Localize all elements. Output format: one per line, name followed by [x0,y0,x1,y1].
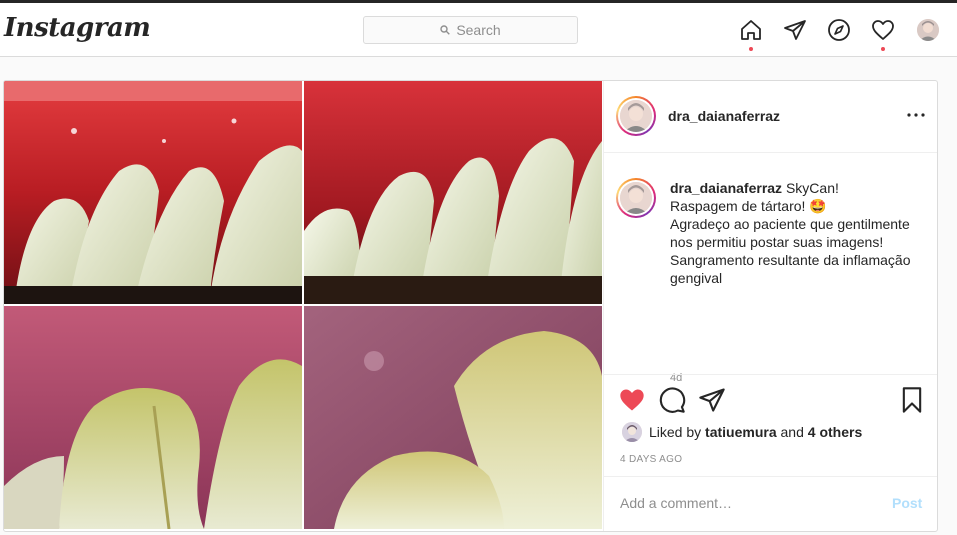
comment-icon[interactable] [658,386,686,414]
post-actions: Liked by tatiuemura and 4 others 4 DAYS … [604,374,937,476]
caption-username[interactable]: dra_daianaferraz [670,180,782,196]
post-card: dra_daianaferraz dra_daianaferraz SkyCan… [3,80,938,532]
post-image-collage[interactable] [4,81,603,531]
photo-teeth-tartar-1 [4,306,302,529]
caption-line-3: Agradeço ao paciente que gentilmente nos… [670,216,910,250]
top-navigation-bar: Instagram Search [0,3,957,57]
caption-author-avatar [620,182,652,214]
post-sidebar: dra_daianaferraz dra_daianaferraz SkyCan… [603,81,937,531]
like-heart-icon[interactable] [618,386,646,414]
likes-prefix: Liked by [649,424,702,440]
nav-explore-button[interactable] [826,17,852,43]
likes-and: and [780,424,804,440]
nav-home-button[interactable] [738,17,764,51]
author-username[interactable]: dra_daianaferraz [668,108,780,124]
photo-teeth-bleeding-gums-2 [304,81,602,304]
search-box[interactable]: Search [363,16,578,44]
comment-form: Post [604,476,937,531]
explore-compass-icon [828,19,850,41]
photo-teeth-bleeding-gums-1 [4,81,302,304]
likes-summary: Liked by tatiuemura and 4 others [622,422,862,442]
active-indicator-dot [749,47,753,51]
search-icon [440,25,451,35]
profile-avatar [917,19,939,41]
caption-text: dra_daianaferraz SkyCan! Raspagem de tár… [670,179,925,287]
nav-direct-button[interactable] [782,17,808,43]
author-story-ring[interactable] [616,96,656,136]
notification-dot [881,47,885,51]
liker-avatar[interactable] [622,422,642,442]
caption-author-story-ring[interactable] [616,178,656,218]
nav-profile-button[interactable] [915,17,941,43]
post-caption: dra_daianaferraz SkyCan! Raspagem de tár… [604,154,937,384]
post-comment-button[interactable]: Post [892,495,922,511]
more-options-icon[interactable] [904,103,928,127]
caption-line-4: Sangramento resultante da inflamação gen… [670,252,911,286]
save-bookmark-icon[interactable] [898,386,926,414]
likes-others-link[interactable]: 4 others [808,424,862,440]
caption-line-2: Raspagem de tártaro! 🤩 [670,198,827,214]
search-placeholder: Search [456,22,501,38]
photo-teeth-tartar-2 [304,306,602,529]
home-icon [741,20,761,40]
post-header: dra_daianaferraz [604,81,937,153]
share-send-icon[interactable] [698,386,726,414]
liker-username[interactable]: tatiuemura [705,424,777,440]
nav-activity-button[interactable] [870,17,896,51]
comment-input[interactable] [620,492,880,514]
activity-heart-icon [872,20,894,40]
direct-send-icon [784,20,806,40]
instagram-logo[interactable]: Instagram [4,13,151,43]
caption-line-1: SkyCan! [785,180,839,196]
author-avatar [620,100,652,132]
post-date[interactable]: 4 DAYS AGO [620,454,682,465]
